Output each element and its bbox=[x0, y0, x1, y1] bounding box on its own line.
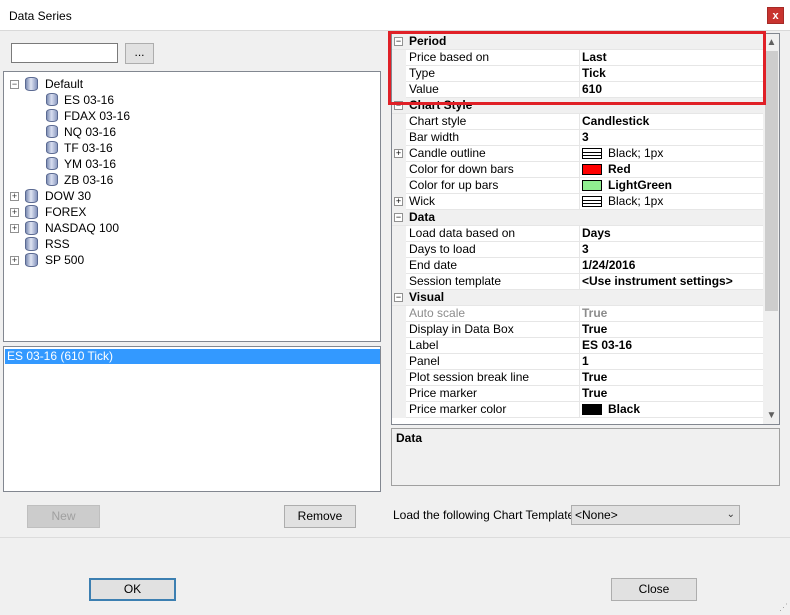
prop-session-template[interactable]: Session template <Use instrument settings… bbox=[392, 274, 763, 290]
ok-button[interactable]: OK bbox=[89, 578, 176, 601]
expand-icon[interactable]: + bbox=[394, 149, 403, 158]
expand-icon[interactable]: + bbox=[10, 208, 19, 217]
prop-value[interactable]: Value 610 bbox=[392, 82, 763, 98]
scroll-down-icon[interactable]: ▼ bbox=[763, 407, 779, 424]
prop-load-data-based-on[interactable]: Load data based on Days bbox=[392, 226, 763, 242]
color-swatch-icon bbox=[582, 404, 602, 415]
description-panel: Data bbox=[391, 428, 780, 486]
database-icon bbox=[25, 77, 38, 91]
category-period[interactable]: − Period bbox=[392, 34, 763, 50]
database-icon bbox=[25, 205, 38, 219]
database-icon bbox=[25, 237, 38, 251]
vertical-scrollbar[interactable]: ▲ ▼ bbox=[763, 34, 779, 424]
tree-item-sp500[interactable]: SP 500 bbox=[45, 252, 84, 268]
tree-item-dow30[interactable]: DOW 30 bbox=[45, 188, 91, 204]
scroll-up-icon[interactable]: ▲ bbox=[763, 34, 779, 51]
color-swatch-icon bbox=[582, 164, 602, 175]
title-bar: Data Series x bbox=[0, 0, 790, 31]
instrument-tree: − Default ES 03-16 FDAX 03-16 NQ 03-16 T… bbox=[3, 71, 381, 342]
stroke-swatch-icon bbox=[582, 196, 602, 207]
color-swatch-icon bbox=[582, 180, 602, 191]
new-button[interactable]: New bbox=[27, 505, 100, 528]
prop-bar-width[interactable]: Bar width 3 bbox=[392, 130, 763, 146]
prop-plot-session-break-line[interactable]: Plot session break line True bbox=[392, 370, 763, 386]
prop-auto-scale[interactable]: Auto scale True bbox=[392, 306, 763, 322]
prop-days-to-load[interactable]: Days to load 3 bbox=[392, 242, 763, 258]
prop-price-based-on[interactable]: Price based on Last bbox=[392, 50, 763, 66]
tree-item-rss[interactable]: RSS bbox=[45, 236, 70, 252]
dialog-footer bbox=[0, 537, 790, 615]
tree-item-es[interactable]: ES 03-16 bbox=[64, 92, 114, 108]
database-icon bbox=[25, 189, 38, 203]
instrument-search-input[interactable] bbox=[11, 43, 118, 63]
database-icon bbox=[46, 141, 58, 154]
database-icon bbox=[46, 173, 58, 186]
series-list-item-selected[interactable]: ES 03-16 (610 Tick) bbox=[5, 349, 380, 364]
scrollbar-thumb[interactable] bbox=[765, 51, 778, 311]
description-title: Data bbox=[396, 431, 423, 445]
tree-item-ym[interactable]: YM 03-16 bbox=[64, 156, 116, 172]
category-visual[interactable]: − Visual bbox=[392, 290, 763, 306]
database-icon bbox=[25, 253, 38, 267]
stroke-swatch-icon bbox=[582, 148, 602, 159]
series-list: ES 03-16 (610 Tick) bbox=[3, 346, 381, 492]
collapse-icon[interactable]: − bbox=[394, 37, 403, 46]
chart-template-label: Load the following Chart Template: bbox=[393, 508, 578, 522]
prop-price-marker-color[interactable]: Price marker color Black bbox=[392, 402, 763, 418]
prop-color-up-bars[interactable]: Color for up bars LightGreen bbox=[392, 178, 763, 194]
prop-end-date[interactable]: End date 1/24/2016 bbox=[392, 258, 763, 274]
close-icon[interactable]: x bbox=[767, 7, 784, 24]
expand-icon[interactable]: + bbox=[394, 197, 403, 206]
close-button[interactable]: Close bbox=[611, 578, 697, 601]
tree-item-nq[interactable]: NQ 03-16 bbox=[64, 124, 116, 140]
prop-wick[interactable]: + Wick Black; 1px bbox=[392, 194, 763, 210]
window-title: Data Series bbox=[9, 9, 72, 23]
category-data[interactable]: − Data bbox=[392, 210, 763, 226]
resize-grip-icon[interactable]: ⋰ bbox=[779, 602, 788, 613]
property-grid: − Period Price based on Last Type Tick Val… bbox=[391, 33, 780, 425]
prop-display-in-data-box[interactable]: Display in Data Box True bbox=[392, 322, 763, 338]
prop-color-down-bars[interactable]: Color for down bars Red bbox=[392, 162, 763, 178]
database-icon bbox=[46, 93, 58, 106]
chevron-down-icon: ⌄ bbox=[726, 509, 735, 520]
tree-item-default[interactable]: Default bbox=[45, 76, 83, 92]
expand-icon[interactable]: + bbox=[10, 256, 19, 265]
expand-icon[interactable]: + bbox=[10, 192, 19, 201]
tree-item-nasdaq100[interactable]: NASDAQ 100 bbox=[45, 220, 119, 236]
tree-item-fdax[interactable]: FDAX 03-16 bbox=[64, 108, 130, 124]
tree-item-tf[interactable]: TF 03-16 bbox=[64, 140, 113, 156]
category-chart-style[interactable]: − Chart Style bbox=[392, 98, 763, 114]
tree-item-forex[interactable]: FOREX bbox=[45, 204, 86, 220]
browse-button[interactable]: ... bbox=[125, 43, 154, 64]
prop-label[interactable]: Label ES 03-16 bbox=[392, 338, 763, 354]
prop-panel[interactable]: Panel 1 bbox=[392, 354, 763, 370]
prop-chart-style[interactable]: Chart style Candlestick bbox=[392, 114, 763, 130]
tree-item-zb[interactable]: ZB 03-16 bbox=[64, 172, 113, 188]
chart-template-select[interactable]: <None> ⌄ bbox=[571, 505, 740, 525]
prop-price-marker[interactable]: Price marker True bbox=[392, 386, 763, 402]
database-icon bbox=[46, 109, 58, 122]
collapse-icon[interactable]: − bbox=[394, 293, 403, 302]
collapse-icon[interactable]: − bbox=[394, 213, 403, 222]
remove-button[interactable]: Remove bbox=[284, 505, 356, 528]
database-icon bbox=[25, 221, 38, 235]
expand-icon[interactable]: + bbox=[10, 224, 19, 233]
prop-candle-outline[interactable]: + Candle outline Black; 1px bbox=[392, 146, 763, 162]
database-icon bbox=[46, 157, 58, 170]
database-icon bbox=[46, 125, 58, 138]
collapse-icon[interactable]: − bbox=[10, 80, 19, 89]
collapse-icon[interactable]: − bbox=[394, 101, 403, 110]
prop-type[interactable]: Type Tick bbox=[392, 66, 763, 82]
